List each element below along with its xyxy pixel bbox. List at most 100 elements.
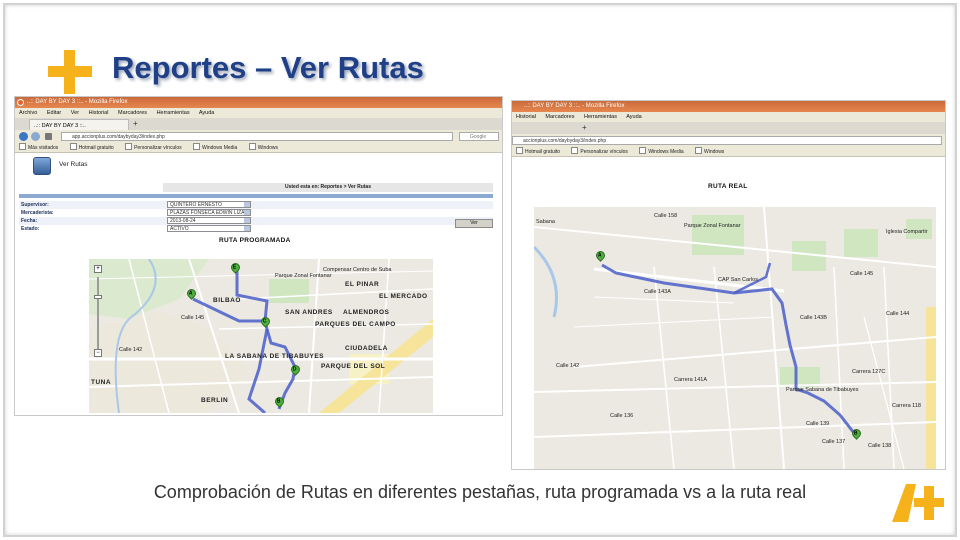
url-input[interactable]: accionplus.com/daybyday3/index.php [512, 136, 942, 145]
new-tab-button[interactable]: + [582, 123, 587, 133]
real-route-map[interactable]: Calle 158 Parque Zonal Fontanar Iglesia … [534, 207, 936, 469]
new-tab-button[interactable]: + [133, 119, 138, 129]
forward-icon[interactable] [31, 132, 40, 141]
menu-herramientas[interactable]: Herramientas [157, 110, 190, 116]
zoom-slider-knob[interactable] [94, 295, 102, 299]
tab-bar: ..:: DAY BY DAY 3 ::.. + [15, 118, 502, 130]
map-label-iglesia: Iglesia Compartir [886, 229, 928, 235]
estado-label: Estado: [21, 226, 40, 232]
menu-marcadores[interactable]: Marcadores [545, 114, 574, 120]
map-label-calle-143a: Calle 143A [644, 289, 671, 295]
slide-title: Reportes – Ver Rutas [112, 50, 424, 85]
zoom-control[interactable]: + − [93, 265, 103, 357]
screenshot-real-route: ..:: DAY BY DAY 3 ::.. - Mozilla Firefox… [511, 100, 946, 470]
bookmark-hotmail[interactable]: Hotmail gratuito [516, 149, 560, 155]
mercaderista-select[interactable]: PLAZAS FONSECA EDWIN LIZARDO [167, 209, 251, 216]
menu-historial[interactable]: Historial [89, 110, 109, 116]
map-label-compensar: Compensar Centro de Suba [323, 267, 392, 273]
map-label-parque-del-sol: PARQUE DEL SOL [321, 363, 386, 370]
fecha-input[interactable]: 2013-08-24 [167, 217, 251, 224]
bookmark-mas-visitados[interactable]: Más visitados [19, 145, 58, 151]
menu-ayuda[interactable]: Ayuda [626, 114, 642, 120]
url-input[interactable]: app.accionplus.com/daybyday3/index.php [61, 132, 453, 141]
form-row-fecha: Fecha: 2013-08-24 [19, 217, 493, 225]
map-label-calle-142: Calle 142 [119, 347, 143, 353]
filter-form: Supervisor: QUINTERO ERNESTO Mercaderist… [19, 201, 493, 233]
accion-plus-logo-icon [892, 484, 944, 522]
map-label-bilbao: BILBAO [213, 297, 241, 304]
map-label-calle-136: Calle 136 [610, 413, 634, 419]
map-label-tuna: TUNA [91, 379, 112, 386]
tab-bar: + [512, 122, 945, 134]
map-label-calle-143b: Calle 143B [800, 315, 827, 321]
report-icon [33, 157, 51, 175]
menu-ayuda[interactable]: Ayuda [199, 110, 215, 116]
map-label-carrera-141a: Carrera 141A [674, 377, 708, 383]
map-label-calle-145: Calle 145 [850, 271, 874, 277]
map-label-sabana: Sabana [536, 219, 555, 225]
navigation-bar: app.accionplus.com/daybyday3/index.php G… [15, 130, 502, 143]
bookmarks-bar: Más visitados Hotmail gratuito Personali… [15, 143, 502, 153]
section-divider [19, 194, 493, 198]
map-label-la-sabana: LA SABANA DE TIBABUYES [225, 353, 324, 360]
map-label-el-pinar: EL PINAR [345, 281, 380, 288]
page-header: Ver Rutas [15, 153, 502, 181]
programmed-route-map[interactable]: + − BILBAO Parque Zonal Fontanar Compens… [89, 259, 433, 413]
map-label-calle-158: Calle 158 [654, 213, 678, 219]
menu-bar: Historial Marcadores Herramientas Ayuda [512, 112, 945, 122]
map-label-berlin: BERLIN [201, 397, 229, 404]
map-label-carrera-118: Carrera 118 [892, 403, 921, 409]
page-title: Ver Rutas [59, 161, 88, 168]
form-row-estado: Estado: ACTIVO [19, 225, 493, 233]
map-label-san-andres: SAN ANDRES [285, 309, 333, 316]
map-label-parque-sabana: Parque Sabana de Tibabuyes [786, 387, 859, 393]
home-icon[interactable] [45, 133, 52, 140]
menu-historial[interactable]: Historial [516, 114, 536, 120]
map-label-el-mercado: EL MERCADO [379, 293, 428, 300]
map-label-calle-144: Calle 144 [886, 311, 910, 317]
bookmark-windows-media[interactable]: Windows Media [639, 149, 683, 155]
bookmark-windows-media[interactable]: Windows Media [193, 145, 237, 151]
form-row-supervisor: Supervisor: QUINTERO ERNESTO [19, 201, 493, 209]
menu-marcadores[interactable]: Marcadores [118, 110, 147, 116]
form-row-mercaderista: Mercaderista: PLAZAS FONSECA EDWIN LIZAR… [19, 209, 493, 217]
map-base-left [89, 259, 433, 413]
map-label-calle-138: Calle 138 [868, 443, 892, 449]
zoom-in-button[interactable]: + [94, 265, 102, 273]
window-titlebar: ..:: DAY BY DAY 3 ::.. - Mozilla Firefox [512, 101, 945, 112]
map-label-carrera-127c: Carrera 127C [852, 369, 886, 375]
bookmark-personalizar[interactable]: Personalizar vínculos [125, 145, 182, 151]
map-label-calle-137: Calle 137 [822, 439, 846, 445]
supervisor-select[interactable]: QUINTERO ERNESTO [167, 201, 251, 208]
menu-herramientas[interactable]: Herramientas [584, 114, 617, 120]
menu-editar[interactable]: Editar [47, 110, 61, 116]
map-base-right [534, 207, 936, 469]
zoom-out-button[interactable]: − [94, 349, 102, 357]
navigation-bar: accionplus.com/daybyday3/index.php [512, 134, 945, 147]
real-route-label: RUTA REAL [708, 183, 748, 190]
programmed-route-label: RUTA PROGRAMADA [219, 237, 291, 244]
map-label-calle-139: Calle 139 [806, 421, 830, 427]
firefox-icon [17, 99, 24, 106]
slide-caption: Comprobación de Rutas en diferentes pest… [153, 482, 807, 502]
estado-select[interactable]: ACTIVO [167, 225, 251, 232]
ver-button[interactable]: Ver [455, 219, 493, 228]
bookmark-windows[interactable]: Windows [249, 145, 278, 151]
browser-tab[interactable]: ..:: DAY BY DAY 3 ::.. [29, 119, 129, 130]
supervisor-label: Supervisor: [21, 202, 49, 208]
menu-bar: Archivo Editar Ver Historial Marcadores … [15, 108, 502, 118]
map-label-calle-142: Calle 142 [556, 363, 580, 369]
back-icon[interactable] [19, 132, 28, 141]
menu-archivo[interactable]: Archivo [19, 110, 37, 116]
bookmark-hotmail[interactable]: Hotmail gratuito [70, 145, 114, 151]
window-title: ..:: DAY BY DAY 3 ::.. - Mozilla Firefox [27, 99, 128, 105]
mercaderista-label: Mercaderista: [21, 210, 54, 216]
bookmark-personalizar[interactable]: Personalizar vínculos [571, 149, 628, 155]
plus-logo-icon [48, 50, 92, 94]
bookmark-windows[interactable]: Windows [695, 149, 724, 155]
window-title: ..:: DAY BY DAY 3 ::.. - Mozilla Firefox [524, 103, 625, 109]
menu-ver[interactable]: Ver [71, 110, 79, 116]
screenshot-programmed-route: ..:: DAY BY DAY 3 ::.. - Mozilla Firefox… [14, 96, 503, 416]
search-input[interactable]: Google [459, 132, 499, 141]
map-label-parques-del-campo: PARQUES DEL CAMPO [315, 321, 396, 328]
